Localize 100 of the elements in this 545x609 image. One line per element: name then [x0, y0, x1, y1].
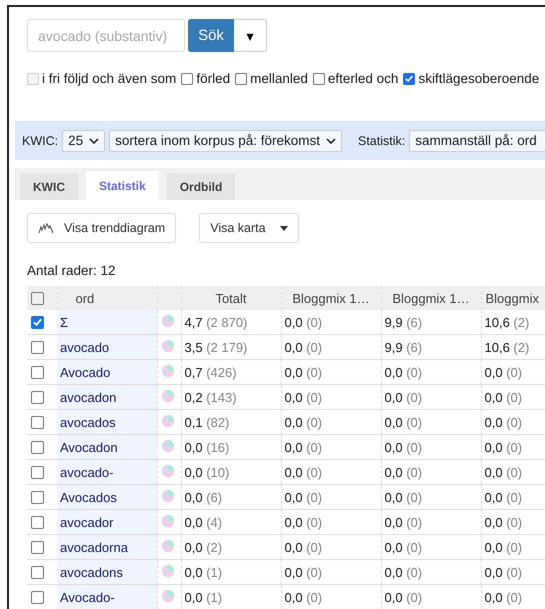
caret-icon	[280, 226, 288, 230]
table-cell: 4,7 (2 870)	[184, 314, 248, 330]
trend-icon	[38, 222, 54, 234]
word-cell: Avocados	[60, 490, 117, 504]
table-cell: 0,0 (0)	[384, 464, 422, 480]
chevron-down-icon	[326, 138, 336, 144]
table-cell: 0,0 (0)	[284, 364, 322, 380]
trend-button[interactable]: Visa trenddiagram	[27, 213, 176, 243]
table-cell: 9,9 (6)	[384, 314, 422, 330]
option-label: skiftlägesoberoende	[418, 71, 540, 86]
table-cell: 0,0 (1)	[184, 590, 222, 604]
table-cell: 0,0 (0)	[484, 464, 522, 480]
checkbox[interactable]	[181, 72, 194, 84]
word-cell: Avocadon	[60, 440, 118, 454]
checkbox[interactable]	[31, 440, 44, 454]
word-cell: avocadorna	[60, 540, 128, 554]
column-header[interactable]: Bloggmix	[481, 286, 545, 310]
dropdown-button[interactable]: ▾	[234, 19, 267, 52]
word-cell: avocado-	[60, 464, 114, 480]
count-select[interactable]: 25	[62, 130, 106, 152]
checkbox[interactable]	[31, 390, 44, 404]
table-cell: 0,0 (0)	[384, 364, 422, 380]
table-cell: 0,0 (0)	[484, 564, 522, 580]
checkbox[interactable]	[31, 566, 44, 578]
table-cell: 0,7 (426)	[184, 364, 237, 380]
checkbox[interactable]	[31, 416, 44, 428]
column-header[interactable]: ord	[57, 286, 157, 310]
kwic-label: KWIC:	[22, 134, 58, 148]
table-cell: 0,0 (0)	[284, 414, 322, 430]
column-header[interactable]: Bloggmix 1…	[281, 286, 381, 310]
checkbox[interactable]	[31, 516, 44, 528]
table-cell: 0,0 (0)	[284, 464, 322, 480]
checkbox[interactable]	[31, 540, 44, 554]
checkbox[interactable]	[403, 72, 416, 84]
table-cell: 10,6 (2)	[484, 340, 530, 354]
tab[interactable]: KWIC	[20, 173, 78, 200]
table-cell: 0,0 (0)	[384, 390, 422, 404]
word-cell: avocado	[60, 340, 110, 354]
statistics-label: Statistik:	[358, 134, 406, 148]
group-select[interactable]: sammanställ på: ord	[409, 130, 545, 152]
word-cell: avocados	[60, 414, 116, 430]
word-cell: avocadons	[60, 564, 123, 580]
table-cell: 0,0 (0)	[484, 590, 522, 604]
table-cell: 0,0 (0)	[384, 440, 422, 454]
word-cell: Avocado	[60, 364, 110, 380]
column-header[interactable]: Totalt	[181, 286, 281, 310]
word-cell: avocadon	[60, 390, 116, 404]
table-cell: 0,0 (0)	[484, 364, 522, 380]
checkbox[interactable]	[31, 292, 44, 304]
option-label: förled	[196, 71, 230, 86]
table-cell: 0,0 (0)	[484, 390, 522, 404]
table-cell: 0,0 (0)	[284, 564, 322, 580]
table-cell: 0,2 (143)	[184, 390, 237, 404]
table-cell: 0,0 (0)	[384, 414, 422, 430]
checkbox[interactable]	[31, 340, 44, 354]
chevron-down-icon	[89, 138, 100, 144]
table-cell: 0,0 (0)	[284, 440, 322, 454]
table-cell: 0,0 (0)	[484, 414, 522, 430]
word-cell: avocador	[60, 514, 114, 530]
table-cell: 0,0 (1)	[184, 564, 222, 580]
table-cell: 0,0 (0)	[284, 490, 322, 504]
option-label: i fri följd och även som	[42, 71, 176, 86]
checkbox[interactable]	[31, 590, 44, 604]
table-cell: 0,0 (0)	[284, 340, 322, 354]
table-cell: 0,0 (0)	[484, 514, 522, 530]
checkbox[interactable]	[235, 72, 248, 84]
table-cell: 0,0 (0)	[384, 540, 422, 554]
checkbox[interactable]	[31, 316, 44, 328]
table-cell: 0,0 (0)	[284, 390, 322, 404]
table-cell: 0,0 (0)	[384, 590, 422, 604]
checkbox[interactable]	[31, 366, 44, 378]
checkbox[interactable]	[31, 490, 44, 504]
table-cell: 0,0 (0)	[484, 490, 522, 504]
table-cell: 10,6 (2)	[484, 314, 530, 330]
table-cell: 0,0 (0)	[484, 540, 522, 554]
table-cell: 0,0 (6)	[184, 490, 222, 504]
table-cell: 0,1 (82)	[184, 414, 230, 430]
map-button[interactable]: Visa karta	[199, 213, 299, 243]
search-field[interactable]: avocado (substantiv)	[27, 19, 185, 52]
search-button[interactable]: Sök	[188, 19, 234, 52]
option-label: mellanled	[250, 71, 308, 86]
table-cell: 0,0 (0)	[284, 514, 322, 530]
row-count: Antal rader: 12	[27, 263, 117, 278]
table-cell: 3,5 (2 179)	[184, 340, 248, 354]
checkbox[interactable]	[31, 466, 44, 478]
table-cell: 0,0 (0)	[384, 490, 422, 504]
checkbox[interactable]	[312, 72, 325, 84]
table-cell: 0,0 (2)	[184, 540, 222, 554]
word-cell: Σ	[60, 314, 68, 330]
table-cell: 0,0 (4)	[184, 514, 222, 530]
tab[interactable]: Ordbild	[166, 173, 236, 200]
option-label: efterled och	[328, 71, 398, 86]
column-header[interactable]: Bloggmix 1…	[381, 286, 481, 310]
tab[interactable]: Statistik	[86, 171, 159, 200]
table-cell: 0,0 (0)	[284, 590, 322, 604]
table-cell: 9,9 (6)	[384, 340, 422, 354]
table-cell: 0,0 (0)	[384, 564, 422, 580]
sort-select[interactable]: sortera inom korpus på: förekomst	[109, 130, 342, 152]
word-cell: Avocado-	[60, 590, 115, 604]
table-cell: 0,0 (10)	[184, 464, 230, 480]
